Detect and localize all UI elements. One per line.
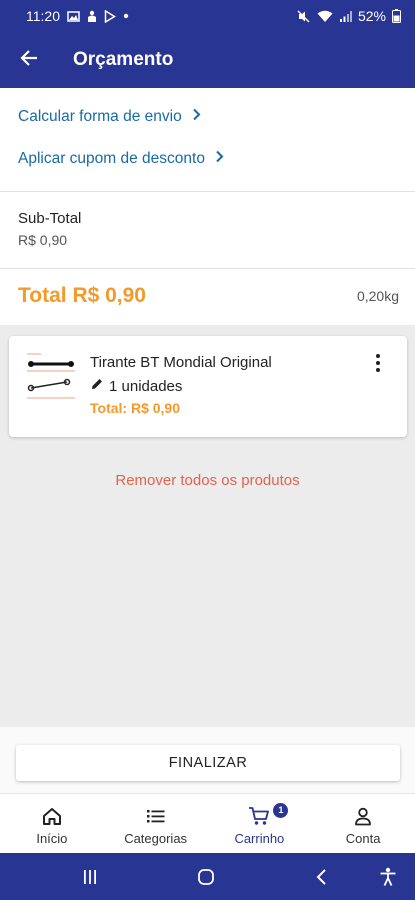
shipping-link-label: Calcular forma de envio bbox=[18, 108, 182, 125]
accessibility-button[interactable] bbox=[376, 866, 400, 888]
apply-coupon-link[interactable]: Aplicar cupom de desconto bbox=[18, 150, 224, 168]
nav-item-inicio[interactable]: Início bbox=[0, 794, 104, 853]
total-price: Total R$ 0,90 bbox=[18, 284, 146, 307]
nav-item-conta[interactable]: Conta bbox=[311, 794, 415, 853]
dot-icon bbox=[123, 13, 129, 19]
total-weight: 0,20kg bbox=[356, 288, 399, 304]
play-store-icon bbox=[104, 9, 116, 23]
signal-icon bbox=[339, 10, 352, 23]
cart-count-badge: 1 bbox=[273, 803, 289, 818]
chevron-left-icon bbox=[316, 869, 326, 885]
product-quantity[interactable]: 1 unidades bbox=[90, 377, 182, 395]
product-name: Tirante BT Mondial Original bbox=[90, 354, 272, 371]
gallery-icon bbox=[67, 10, 80, 23]
quantity-label: 1 unidades bbox=[109, 377, 183, 395]
status-bar: 11:20 52% bbox=[0, 0, 415, 32]
nav-item-carrinho[interactable]: 1 Carrinho bbox=[208, 794, 312, 853]
arrow-left-icon bbox=[20, 49, 38, 72]
nav-label: Conta bbox=[345, 831, 381, 846]
system-navigation-bar bbox=[0, 853, 415, 900]
accessibility-icon bbox=[380, 867, 396, 886]
calculate-shipping-link[interactable]: Calcular forma de envio bbox=[18, 108, 201, 126]
remove-all-products-button[interactable]: Remover todos os produtos bbox=[0, 472, 415, 489]
nav-item-categorias[interactable]: Categorias bbox=[104, 794, 208, 853]
nav-label: Categorias bbox=[124, 831, 188, 846]
wifi-icon bbox=[317, 10, 333, 23]
notification-person-icon bbox=[87, 10, 97, 23]
status-time: 11:20 bbox=[26, 8, 60, 24]
person-icon bbox=[354, 806, 372, 826]
recent-apps-button[interactable] bbox=[78, 867, 102, 887]
subtotal-label: Sub-Total bbox=[18, 210, 82, 227]
more-options-icon[interactable] bbox=[367, 352, 389, 374]
nav-label: Início bbox=[36, 831, 68, 846]
cart-item-card[interactable]: Tirante BT Mondial Original 1 unidades T… bbox=[9, 336, 407, 437]
order-summary: Calcular forma de envio Aplicar cupom de… bbox=[0, 88, 415, 325]
home-icon bbox=[42, 806, 62, 826]
finalize-area: FINALIZAR bbox=[0, 727, 415, 793]
app-bar: Orçamento bbox=[0, 32, 415, 88]
battery-icon bbox=[392, 9, 401, 23]
battery-percent: 52% bbox=[357, 8, 386, 24]
coupon-link-label: Aplicar cupom de desconto bbox=[18, 150, 205, 167]
chevron-right-icon bbox=[192, 108, 201, 126]
bottom-navigation: Início Categorias 1 Carrinho Conta bbox=[0, 793, 415, 853]
home-circle-icon bbox=[198, 869, 214, 885]
home-system-button[interactable] bbox=[194, 867, 218, 887]
product-total: Total: R$ 0,90 bbox=[90, 400, 180, 416]
nav-label: Carrinho bbox=[234, 831, 285, 846]
chevron-right-icon bbox=[215, 150, 224, 168]
mute-icon bbox=[297, 10, 311, 23]
back-button[interactable] bbox=[1, 32, 57, 88]
page-title: Orçamento bbox=[73, 49, 174, 70]
back-system-button[interactable] bbox=[310, 867, 334, 887]
product-thumbnail bbox=[23, 350, 79, 406]
divider bbox=[0, 268, 415, 269]
cart-icon bbox=[248, 806, 270, 826]
pencil-icon bbox=[90, 377, 104, 395]
divider bbox=[0, 191, 415, 192]
subtotal-value: R$ 0,90 bbox=[18, 232, 68, 248]
finalize-button[interactable]: FINALIZAR bbox=[16, 745, 400, 781]
list-icon bbox=[146, 806, 166, 826]
recent-apps-icon bbox=[84, 870, 96, 884]
